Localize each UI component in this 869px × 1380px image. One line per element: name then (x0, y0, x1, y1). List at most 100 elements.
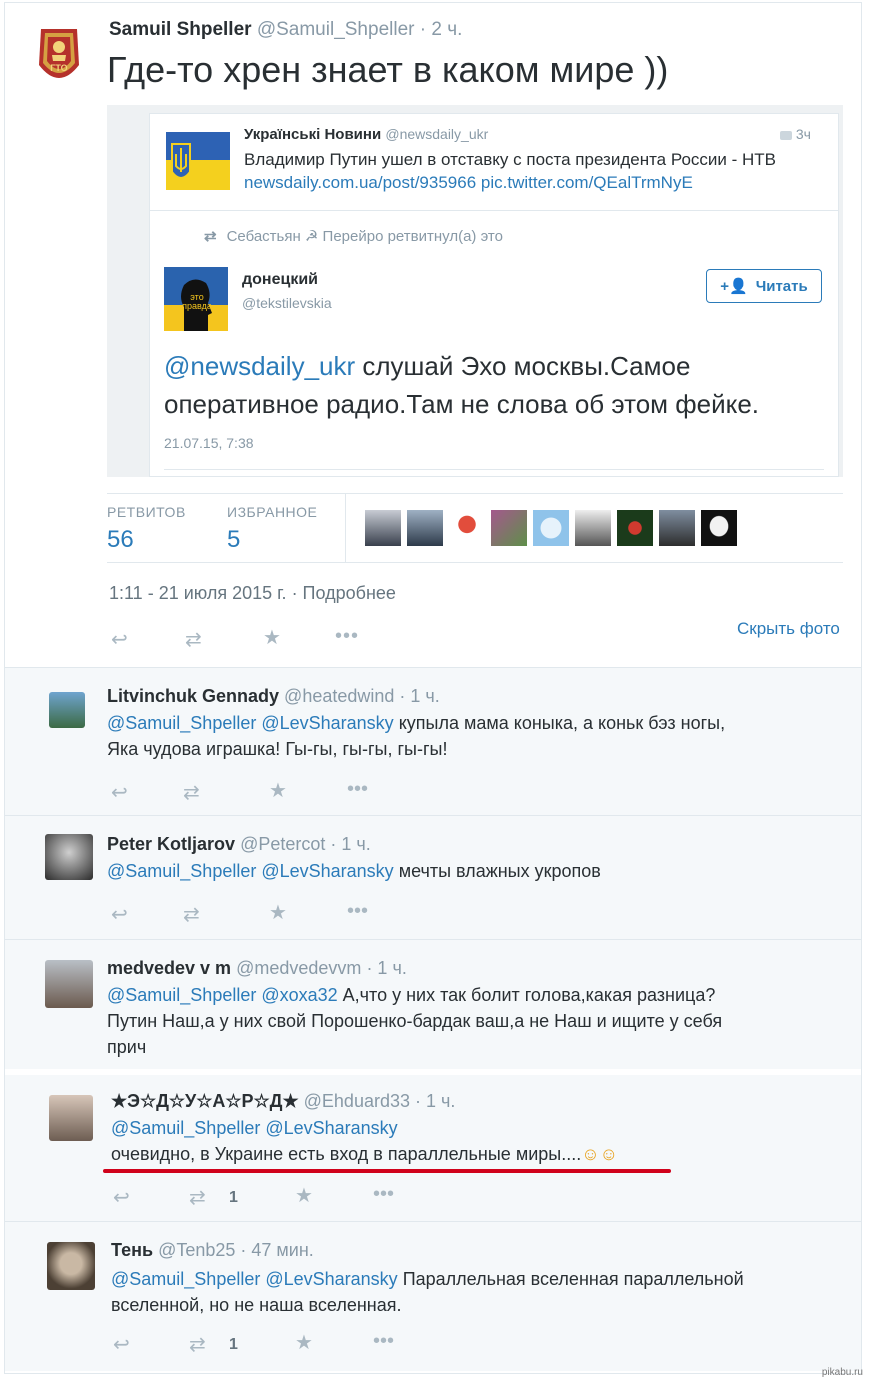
inner-handle[interactable]: @tekstilevskia (242, 295, 332, 311)
tweet-time[interactable]: · 2 ч. (420, 19, 463, 40)
reply-header: ★Э☆Д☆У☆А☆Р☆Д★ @Ehduard33 · 1 ч. (111, 1091, 455, 1112)
reply-time[interactable]: · 1 ч. (366, 958, 406, 978)
news-links[interactable]: newsdaily.com.ua/post/935966 pic.twitter… (244, 173, 693, 193)
inner-avatar[interactable]: это правда (164, 267, 228, 331)
author-avatar[interactable]: ГТО (35, 25, 83, 91)
tweet-timestamp-row: 1:11 - 21 июля 2015 г. · Подробнее (109, 583, 396, 604)
reply-avatar[interactable] (45, 960, 93, 1008)
reply-author-name[interactable]: Тень (111, 1240, 153, 1260)
inner-text-line1: слушай Эхо москвы.Самое (355, 351, 691, 381)
reply-tweet[interactable]: ★Э☆Д☆У☆А☆Р☆Д★ @Ehduard33 · 1 ч. @Samuil_… (5, 1069, 861, 1221)
reply-icon[interactable]: ↩ (113, 1332, 130, 1357)
news-handle[interactable]: @newsdaily_ukr (385, 126, 488, 142)
reply-icon[interactable]: ↩ (113, 1185, 130, 1210)
reply-mentions[interactable]: @Samuil_Shpeller @LevSharansky (111, 1269, 398, 1289)
retweet-note: ⇄ Себастьян ☭ Перейро ретвитнул(а) это (204, 227, 503, 245)
reply-mentions[interactable]: @Samuil_Shpeller @xoxa32 (107, 985, 338, 1005)
favorites-count[interactable]: 5 (227, 526, 240, 554)
reply-time[interactable]: · 47 мин. (240, 1240, 313, 1260)
author-handle[interactable]: @Samuil_Shpeller (257, 19, 415, 40)
news-tweet-card[interactable]: Українські Новини @newsdaily_ukr 3ч Влад… (149, 113, 839, 211)
author-name[interactable]: Samuil Shpeller (109, 19, 252, 40)
more-icon[interactable]: ••• (347, 778, 368, 801)
retweets-count[interactable]: 56 (107, 526, 134, 554)
reply-author-handle[interactable]: @heatedwind (284, 686, 394, 706)
reply-text-line1: мечты влажных укропов (393, 861, 601, 881)
reply-author-name[interactable]: Peter Kotljarov (107, 834, 235, 854)
reply-author-handle[interactable]: @Ehduard33 (304, 1091, 410, 1111)
more-icon[interactable]: ••• (373, 1183, 394, 1206)
favoriter-avatar[interactable] (491, 510, 527, 546)
tweet-header: Samuil Shpeller @Samuil_Shpeller · 2 ч. (109, 19, 462, 41)
details-link[interactable]: · Подробнее (292, 583, 396, 603)
favoriter-avatar[interactable] (449, 510, 485, 546)
retweet-icon[interactable]: ⇄ (189, 1185, 206, 1210)
favoriter-avatar[interactable] (659, 510, 695, 546)
reply-tweet[interactable]: Peter Kotljarov @Petercot · 1 ч. @Samuil… (5, 815, 861, 939)
favoriter-avatar[interactable] (617, 510, 653, 546)
reply-header: Тень @Tenb25 · 47 мин. (111, 1240, 314, 1261)
reply-icon[interactable]: ↩ (111, 627, 128, 652)
reply-author-name[interactable]: Litvinchuk Gennady (107, 686, 279, 706)
reply-author-handle[interactable]: @Petercot (240, 834, 325, 854)
reply-author-handle[interactable]: @medvedevvm (236, 958, 361, 978)
divider (164, 469, 824, 470)
reply-text-line1: А,что у них так болит голова,какая разни… (337, 985, 716, 1005)
reply-author-name[interactable]: ★Э☆Д☆У☆А☆Р☆Д★ (111, 1091, 299, 1111)
follow-icon: +👤 (720, 278, 748, 295)
reply-time[interactable]: · 1 ч. (399, 686, 439, 706)
timeline-page: ГТО Samuil Shpeller @Samuil_Shpeller · 2… (4, 2, 862, 1374)
news-avatar (166, 132, 230, 190)
reply-header: medvedev v m @medvedevvm · 1 ч. (107, 958, 407, 979)
more-icon[interactable]: ••• (347, 900, 368, 923)
reply-text-line1: купыла мама коныка, а коньк бэз ногы, (393, 713, 726, 733)
favorite-icon[interactable]: ★ (269, 900, 287, 925)
inner-date: 21.07.15, 7:38 (164, 435, 254, 451)
reply-icon[interactable]: ↩ (111, 780, 128, 805)
reply-author-name[interactable]: medvedev v m (107, 958, 231, 978)
favoriter-avatar[interactable] (407, 510, 443, 546)
reply-text-line2: вселенной, но не наша вселенная. (111, 1295, 402, 1315)
reply-avatar[interactable] (49, 1095, 93, 1141)
favorite-icon[interactable]: ★ (263, 625, 281, 650)
retweet-count: 1 (229, 1336, 238, 1353)
more-icon[interactable]: ••• (335, 625, 359, 648)
retweet-icon[interactable]: ⇄ (189, 1332, 206, 1357)
reply-mentions[interactable]: @Samuil_Shpeller @LevSharansky (107, 713, 394, 733)
inner-mention[interactable]: @newsdaily_ukr (164, 351, 355, 381)
inner-name[interactable]: донецкий (242, 271, 318, 289)
reply-icon[interactable]: ↩ (111, 902, 128, 927)
retweet-icon: ⇄ (204, 228, 217, 245)
favoriter-avatar[interactable] (701, 510, 737, 546)
reply-time[interactable]: · 1 ч. (330, 834, 370, 854)
tweet-text: Где-то хрен знает в каком мире )) (107, 49, 669, 90)
reply-tweet[interactable]: Тень @Tenb25 · 47 мин. @Samuil_Shpeller … (5, 1221, 861, 1371)
retweet-icon[interactable]: ⇄ (183, 902, 200, 927)
embedded-screenshot[interactable]: Українські Новини @newsdaily_ukr 3ч Влад… (107, 105, 843, 477)
news-name[interactable]: Українські Новини (244, 126, 381, 143)
retweet-icon[interactable]: ⇄ (185, 627, 202, 652)
more-icon[interactable]: ••• (373, 1330, 394, 1353)
favoriter-avatar[interactable] (365, 510, 401, 546)
reply-tweet[interactable]: Litvinchuk Gennady @heatedwind · 1 ч. @S… (5, 667, 861, 815)
retweeted-tweet-card[interactable]: ⇄ Себастьян ☭ Перейро ретвитнул(а) это эт… (149, 211, 839, 477)
reply-tweet[interactable]: medvedev v m @medvedevvm · 1 ч. @Samuil_… (5, 939, 861, 1069)
reply-text-line1: Параллельная вселенная параллельной (397, 1269, 744, 1289)
retweet-icon[interactable]: ⇄ (183, 780, 200, 805)
favoriter-avatar[interactable] (533, 510, 569, 546)
reply-time[interactable]: · 1 ч. (415, 1091, 455, 1111)
reply-avatar[interactable] (49, 692, 85, 728)
reply-avatar[interactable] (47, 1242, 95, 1290)
hide-photo-link[interactable]: Скрыть фото (737, 619, 840, 639)
follow-button[interactable]: +👤 Читать (706, 269, 822, 303)
reply-mentions[interactable]: @Samuil_Shpeller @LevSharansky (107, 861, 394, 881)
reply-mentions[interactable]: @Samuil_Shpeller @LevSharansky (111, 1118, 398, 1138)
reply-author-handle[interactable]: @Tenb25 (158, 1240, 235, 1260)
favorite-icon[interactable]: ★ (295, 1183, 313, 1208)
main-tweet: ГТО Samuil Shpeller @Samuil_Shpeller · 2… (5, 3, 861, 667)
favoriter-avatar[interactable] (575, 510, 611, 546)
avatar-caption: это правда (182, 292, 212, 311)
favorite-icon[interactable]: ★ (295, 1330, 313, 1355)
reply-avatar[interactable] (45, 834, 93, 880)
favorite-icon[interactable]: ★ (269, 778, 287, 803)
